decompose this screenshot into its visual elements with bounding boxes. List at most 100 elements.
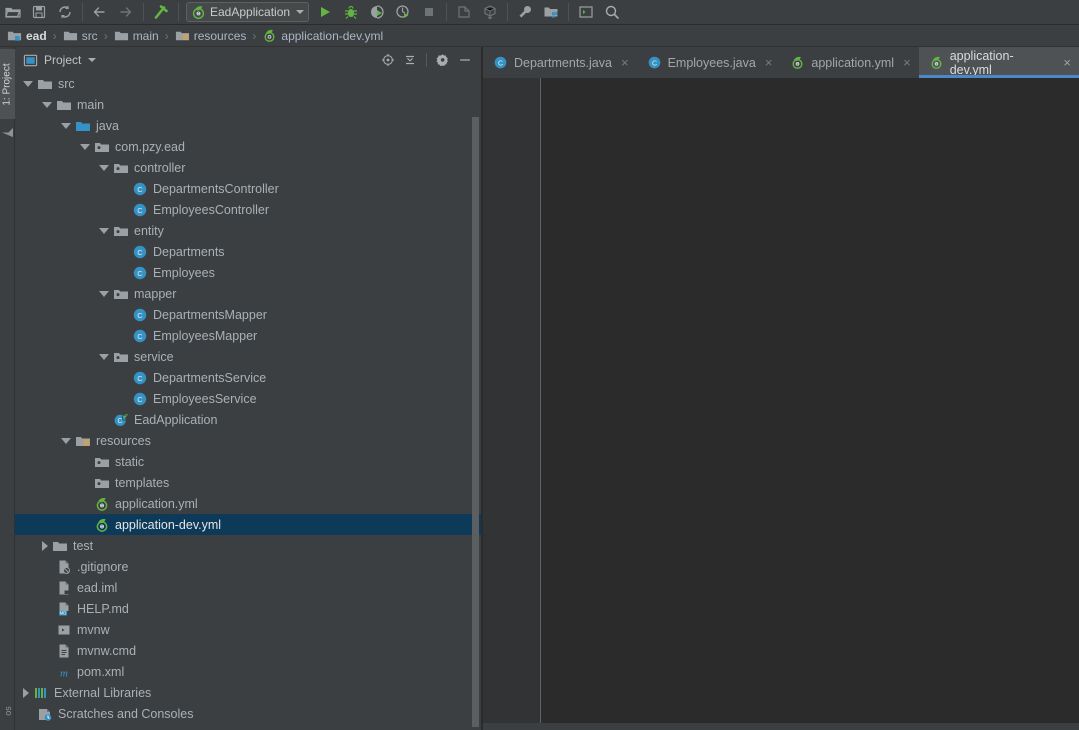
open-folder-icon[interactable] xyxy=(0,0,26,24)
tree-node-help-md[interactable]: MD HELP.md xyxy=(15,598,481,619)
run-icon[interactable] xyxy=(312,0,338,24)
svg-text:m: m xyxy=(60,667,68,679)
editor-tab-employees-java[interactable]: C Employees.java × xyxy=(636,47,781,78)
breadcrumb-item-src[interactable]: src xyxy=(61,28,100,43)
project-tree[interactable]: src main java com.pzy.ead controller C Departm… xyxy=(15,73,481,730)
editor-tab-bar[interactable]: C Departments.java × C Employees.java × applic… xyxy=(483,47,1079,78)
tree-node-eadapplication[interactable]: C EadApplication xyxy=(15,409,481,430)
tree-node-departmentscontroller[interactable]: C DepartmentsController xyxy=(15,178,481,199)
run-with-coverage-icon[interactable] xyxy=(364,0,390,24)
terminal-icon[interactable] xyxy=(573,0,599,24)
breadcrumb-item-module[interactable]: ead xyxy=(5,28,49,43)
settings-wrench-icon[interactable] xyxy=(512,0,538,24)
close-icon[interactable]: × xyxy=(903,56,911,69)
tree-node-external-libraries[interactable]: External Libraries xyxy=(15,682,481,703)
breadcrumb-item-main[interactable]: main xyxy=(112,28,161,43)
chevron-down-icon[interactable] xyxy=(88,58,97,62)
package-icon xyxy=(113,349,129,365)
chevron-down-icon[interactable] xyxy=(42,101,52,108)
chevron-down-icon[interactable] xyxy=(99,227,109,234)
editor-tab-departments-java[interactable]: C Departments.java × xyxy=(483,47,637,78)
spring-boot-icon xyxy=(191,5,206,20)
tree-node-application-yml[interactable]: application.yml xyxy=(15,493,481,514)
tree-node-employeescontroller[interactable]: C EmployeesController xyxy=(15,199,481,220)
stop-icon[interactable] xyxy=(416,0,442,24)
tree-node-departmentsservice[interactable]: C DepartmentsService xyxy=(15,367,481,388)
close-icon[interactable]: × xyxy=(1063,56,1071,69)
chevron-down-icon[interactable] xyxy=(61,122,71,129)
build-hammer-icon[interactable] xyxy=(148,0,174,24)
save-all-icon[interactable] xyxy=(26,0,52,24)
chevron-down-icon[interactable] xyxy=(99,290,109,297)
sidebar-item-project[interactable]: 1: Project xyxy=(0,49,15,119)
chevron-down-icon[interactable] xyxy=(296,10,305,14)
debug-icon[interactable] xyxy=(338,0,364,24)
tree-node-test[interactable]: test xyxy=(15,535,481,556)
tree-node-templates[interactable]: templates xyxy=(15,472,481,493)
editor-tab-application-dev-yml[interactable]: application-dev.yml × xyxy=(918,47,1079,78)
tree-node-label: service xyxy=(134,349,174,364)
tree-node-application-dev-yml[interactable]: application-dev.yml xyxy=(15,514,481,535)
tree-node-controller[interactable]: controller xyxy=(15,157,481,178)
tree-node-employees[interactable]: C Employees xyxy=(15,262,481,283)
chevron-right-icon[interactable] xyxy=(23,687,29,698)
tree-node--gitignore[interactable]: .gitignore xyxy=(15,556,481,577)
tree-node-java[interactable]: java xyxy=(15,115,481,136)
forward-arrow-icon[interactable] xyxy=(113,0,139,24)
project-structure-icon[interactable] xyxy=(538,0,564,24)
breadcrumb-separator: › xyxy=(252,28,257,43)
collapse-all-icon[interactable] xyxy=(400,50,420,70)
chevron-down-icon[interactable] xyxy=(80,143,90,150)
tree-node-service[interactable]: service xyxy=(15,346,481,367)
tree-node-mvnw-cmd[interactable]: mvnw.cmd xyxy=(15,640,481,661)
editor-bottom-strip xyxy=(483,723,1079,730)
tree-node-ead-iml[interactable]: ead.iml xyxy=(15,577,481,598)
back-arrow-icon[interactable] xyxy=(87,0,113,24)
tree-node-mapper[interactable]: mapper xyxy=(15,283,481,304)
tree-node-src[interactable]: src xyxy=(15,73,481,94)
tree-node-main[interactable]: main xyxy=(15,94,481,115)
tree-node-pom-xml[interactable]: m pom.xml xyxy=(15,661,481,682)
tree-node-departmentsmapper[interactable]: C DepartmentsMapper xyxy=(15,304,481,325)
vcs-update-icon[interactable] xyxy=(451,0,477,24)
tree-node-static[interactable]: static xyxy=(15,451,481,472)
run-configuration-selector[interactable]: EadApplication xyxy=(186,2,310,22)
tree-node-departments[interactable]: C Departments xyxy=(15,241,481,262)
tree-node-com-pzy-ead[interactable]: com.pzy.ead xyxy=(15,136,481,157)
close-icon[interactable]: × xyxy=(765,56,773,69)
editor-tab-application-yml[interactable]: application.yml × xyxy=(780,47,919,78)
breadcrumb-label: resources xyxy=(193,28,247,43)
tree-node-label: main xyxy=(77,97,105,112)
chevron-down-icon[interactable] xyxy=(99,164,109,171)
scroll-from-source-icon[interactable] xyxy=(378,50,398,70)
editor-text-area[interactable] xyxy=(541,78,1079,730)
tree-node-employeesmapper[interactable]: C EmployeesMapper xyxy=(15,325,481,346)
sync-refresh-icon[interactable] xyxy=(52,0,78,24)
editor-gutter[interactable] xyxy=(483,78,541,730)
tree-node-employeesservice[interactable]: C EmployeesService xyxy=(15,388,481,409)
profiler-icon[interactable] xyxy=(390,0,416,24)
close-icon[interactable]: × xyxy=(621,56,629,69)
tree-node-resources[interactable]: resources xyxy=(15,430,481,451)
chevron-right-icon[interactable] xyxy=(42,540,48,551)
project-tree-scrollbar[interactable] xyxy=(472,117,479,727)
package-icon xyxy=(94,139,110,155)
libraries-icon xyxy=(33,685,49,701)
folder-icon xyxy=(37,76,53,92)
toolbar-separator xyxy=(507,3,509,21)
hide-icon[interactable] xyxy=(455,50,475,70)
chevron-down-icon[interactable] xyxy=(99,353,109,360)
tree-node-mvnw[interactable]: mvnw xyxy=(15,619,481,640)
svg-text:C: C xyxy=(137,374,143,383)
structure-icon[interactable] xyxy=(2,127,13,138)
tree-node-entity[interactable]: entity xyxy=(15,220,481,241)
chevron-down-icon[interactable] xyxy=(61,437,71,444)
breadcrumb-item-resources[interactable]: resources xyxy=(173,28,249,43)
search-everywhere-icon[interactable] xyxy=(599,0,625,24)
gear-icon[interactable] xyxy=(433,50,453,70)
sidebar-item-os[interactable]: os xyxy=(0,694,15,728)
breadcrumb-item-file[interactable]: application-dev.yml xyxy=(260,28,385,43)
chevron-down-icon[interactable] xyxy=(23,80,33,87)
tree-node-scratches-and-consoles[interactable]: Scratches and Consoles xyxy=(15,703,481,724)
vcs-commit-icon[interactable] xyxy=(477,0,503,24)
